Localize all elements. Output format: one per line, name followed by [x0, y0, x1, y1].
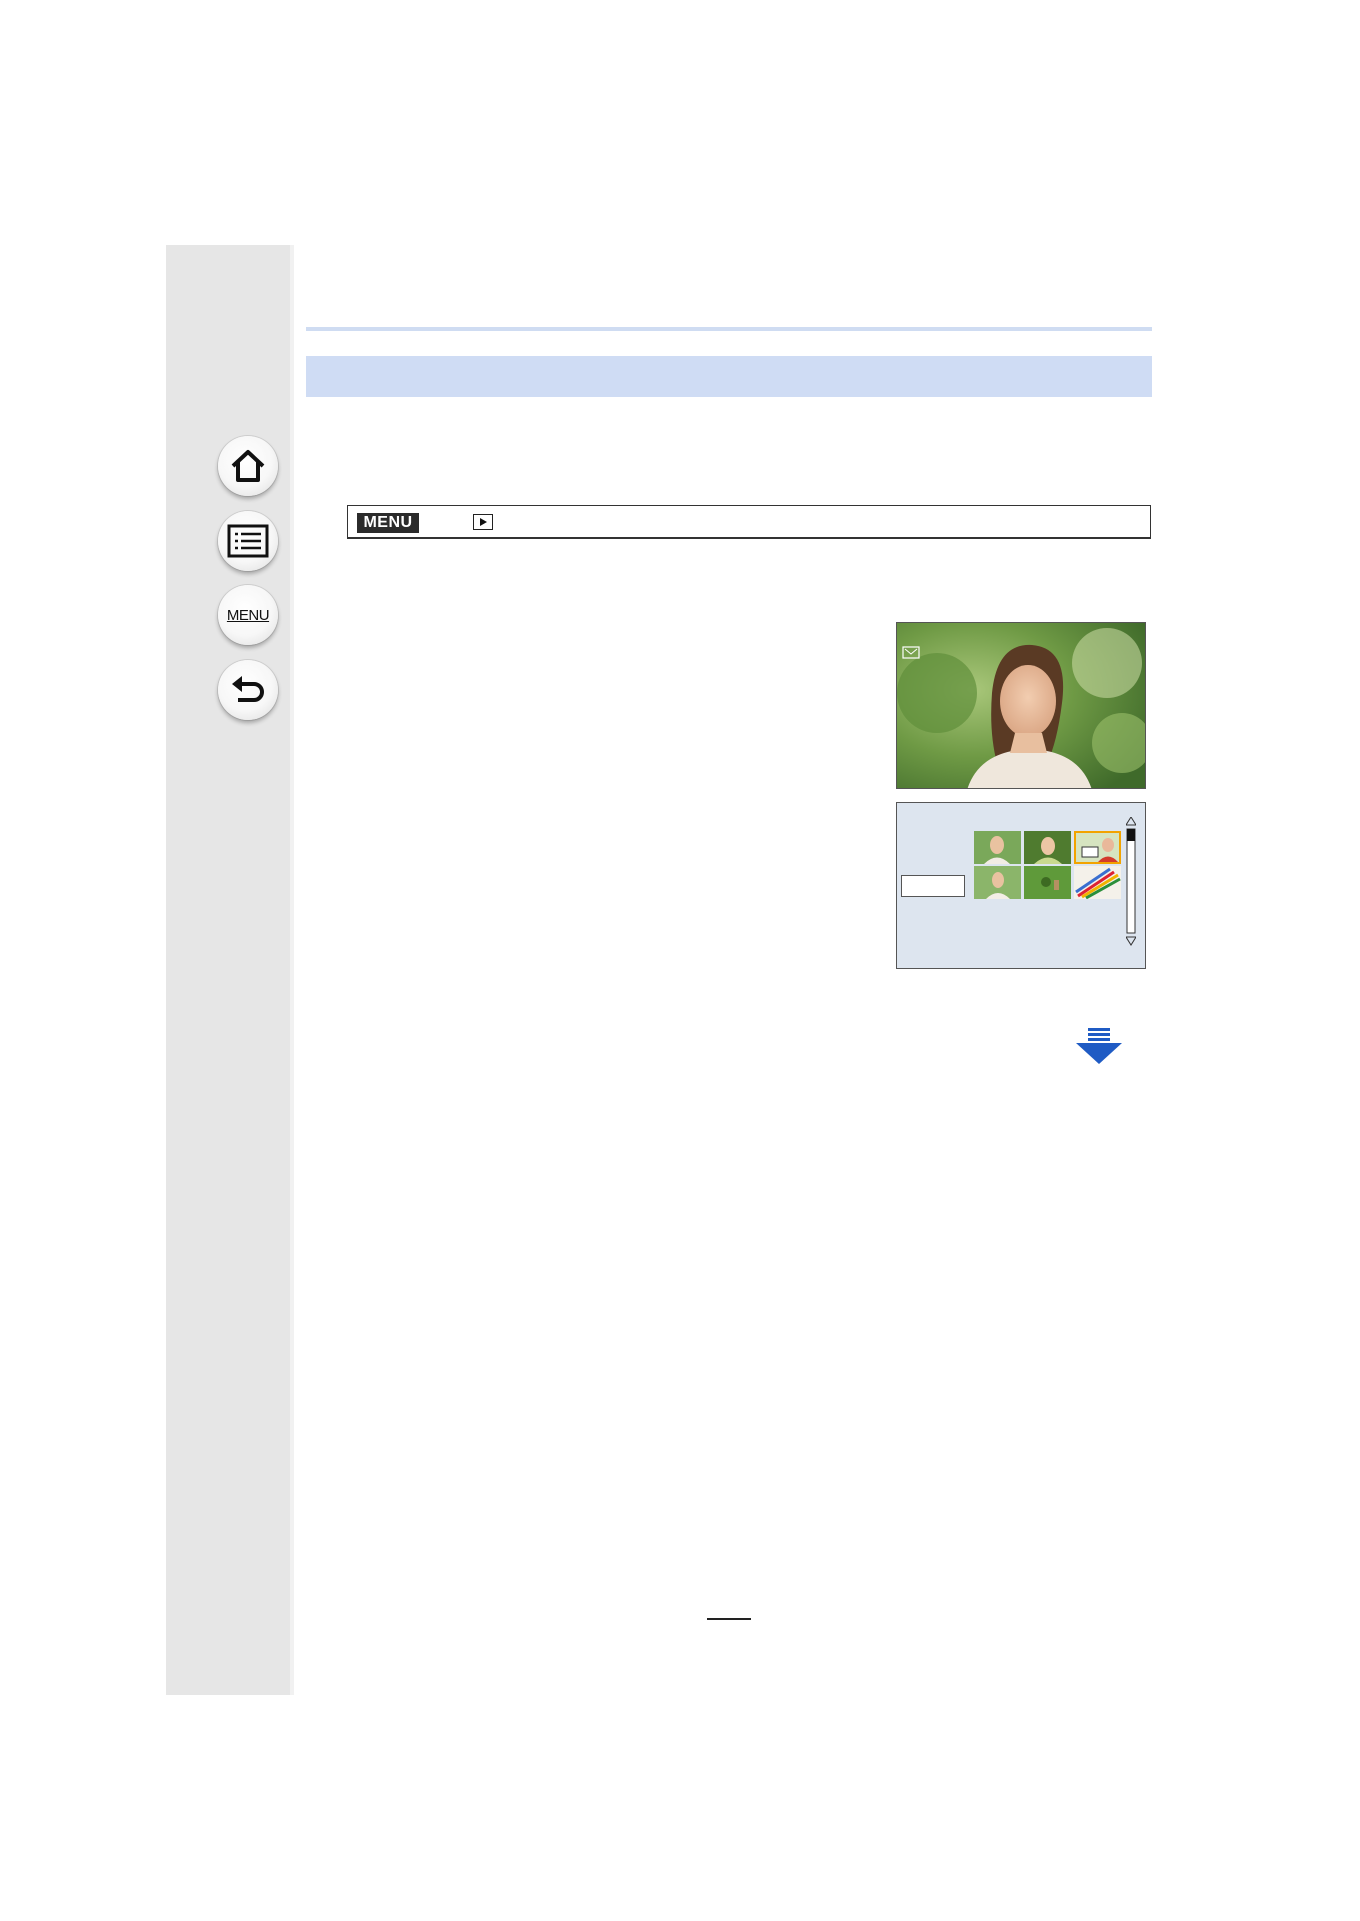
thumbnail[interactable] — [974, 831, 1021, 864]
menu-badge: MENU — [357, 513, 419, 533]
section-title-bar — [306, 356, 1152, 397]
next-page-arrow-icon[interactable] — [1076, 1028, 1122, 1064]
back-button[interactable] — [218, 660, 278, 720]
playback-icon — [473, 514, 493, 530]
screen-input-field[interactable] — [901, 875, 965, 897]
header-rule — [306, 327, 1152, 331]
back-arrow-icon — [232, 676, 264, 702]
contents-button[interactable] — [218, 511, 278, 571]
camera-screen — [896, 802, 1146, 969]
menu-path-box: MENU — [347, 505, 1151, 539]
menu-button-label: MENU — [226, 606, 270, 624]
list-icon — [227, 524, 269, 558]
menu-button[interactable]: MENU — [218, 585, 278, 645]
thumbnail[interactable] — [1024, 866, 1071, 899]
thumbnail-selected[interactable] — [1074, 831, 1121, 864]
thumbnail[interactable] — [1024, 831, 1071, 864]
thumbnail[interactable] — [1074, 866, 1121, 899]
photo-preview — [896, 622, 1146, 789]
home-icon — [231, 450, 265, 482]
thumbnail[interactable] — [974, 866, 1021, 899]
scrollbar[interactable] — [1126, 817, 1136, 947]
page-number-underline — [707, 1618, 751, 1620]
sidebar-edge — [290, 245, 294, 1695]
portrait-photo — [897, 623, 1145, 788]
home-button[interactable] — [218, 436, 278, 496]
